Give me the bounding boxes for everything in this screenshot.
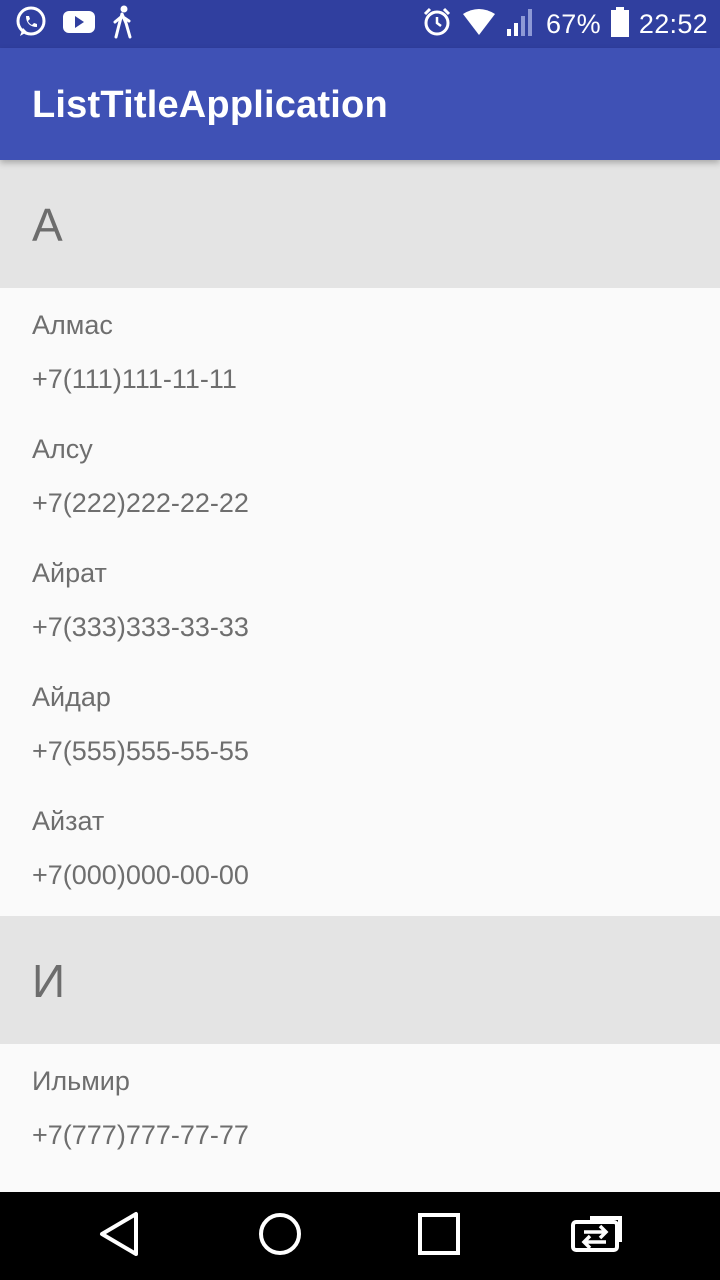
signal-icon	[506, 7, 536, 42]
contact-name: Айрат	[32, 558, 107, 588]
clock: 22:52	[638, 8, 708, 39]
section-body-a: Алмас +7(111)111-11-11 Алсу +7(222)222-2…	[0, 288, 720, 916]
contact-phone: +7(111)111-11-11	[32, 364, 237, 394]
contact-phone: +7(000)000-00-00	[32, 860, 249, 890]
app-bar: ListTitleApplication	[0, 48, 720, 160]
battery-icon	[610, 6, 629, 42]
list-item[interactable]: Айрат +7(333)333-33-33	[0, 554, 720, 678]
contact-phone: +7(777)777-77-77	[32, 1120, 249, 1150]
back-icon	[98, 1210, 142, 1263]
switch-app-button[interactable]	[568, 1206, 628, 1266]
section-letter: И	[32, 955, 66, 1007]
recents-button[interactable]	[409, 1206, 469, 1266]
whatsapp-icon	[14, 5, 48, 44]
contact-phone: +7(222)222-22-22	[32, 488, 249, 518]
contact-name: Алмас	[32, 310, 113, 340]
contact-name: Айдар	[32, 682, 111, 712]
list-item[interactable]: Айдар +7(555)555-55-55	[0, 678, 720, 802]
battery-percent: 67%	[545, 8, 601, 39]
switch-app-icon	[570, 1214, 626, 1259]
contact-name: Ильмир	[32, 1066, 130, 1096]
section-letter: А	[32, 199, 63, 251]
back-button[interactable]	[90, 1206, 150, 1266]
wifi-icon	[462, 8, 496, 41]
home-icon	[257, 1211, 303, 1262]
list-item[interactable]: Ильмир +7(777)777-77-77	[0, 1062, 720, 1186]
app-title: ListTitleApplication	[32, 84, 388, 126]
contact-list[interactable]: А Алмас +7(111)111-11-11 Алсу +7(222)222…	[0, 160, 720, 1192]
list-item[interactable]: Алсу +7(222)222-22-22	[0, 430, 720, 554]
section-body-i: Ильмир +7(777)777-77-77 И	[0, 1044, 720, 1192]
navigation-bar	[0, 1192, 720, 1280]
section-header-i: И	[0, 916, 720, 1044]
list-item[interactable]: Айзат +7(000)000-00-00	[0, 802, 720, 916]
section-header-a: А	[0, 160, 720, 288]
list-item[interactable]: Алмас +7(111)111-11-11	[0, 306, 720, 430]
alarm-icon	[422, 7, 452, 42]
status-bar: 67% 22:52	[0, 0, 720, 48]
contact-phone: +7(555)555-55-55	[32, 736, 249, 766]
home-button[interactable]	[250, 1206, 310, 1266]
contact-phone: +7(333)333-33-33	[32, 612, 249, 642]
walking-icon	[110, 5, 136, 44]
contact-name: Айзат	[32, 806, 105, 836]
youtube-icon	[62, 9, 96, 40]
contact-name: Алсу	[32, 434, 93, 464]
recents-icon	[417, 1212, 461, 1261]
